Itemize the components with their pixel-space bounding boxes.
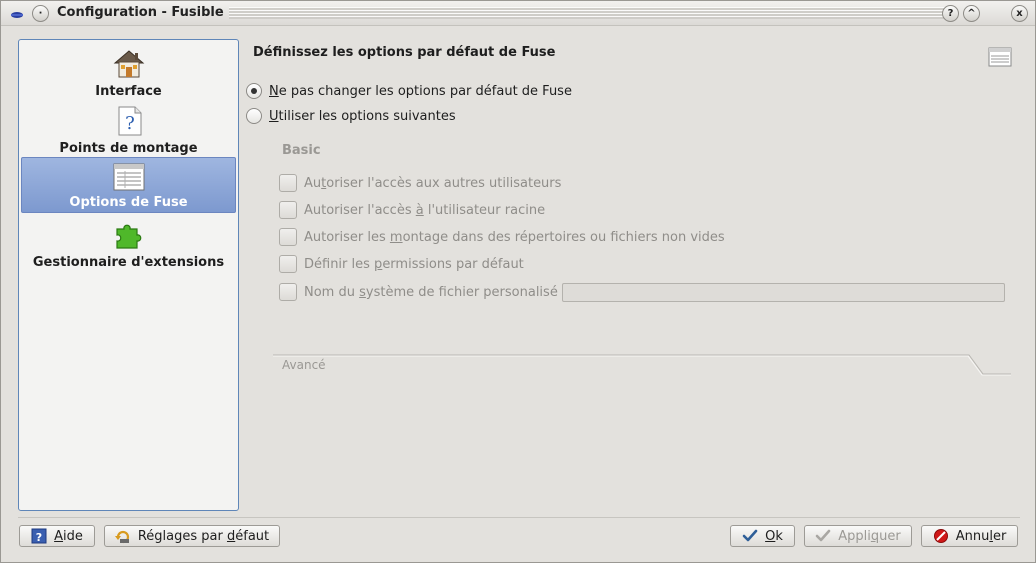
button-label: Appliquer (838, 528, 901, 544)
sidebar-item-label: Interface (95, 84, 162, 99)
page-title: Définissez les options par défaut de Fus… (253, 45, 556, 60)
cancel-icon (933, 529, 948, 543)
radio-button-checked[interactable] (246, 83, 262, 99)
checkbox-label: Nom du système de fichier personalisé : (304, 284, 567, 300)
window-title: Configuration - Fusible (57, 5, 224, 20)
puzzle-piece-icon (115, 224, 141, 249)
bottom-separator (18, 517, 1020, 518)
window-menu-icon[interactable] (9, 8, 25, 20)
radio-keep-defaults[interactable]: Ne pas changer les options par défaut de… (246, 82, 572, 100)
checkbox-label: Définir les permissions par défaut (304, 256, 524, 272)
title-bar[interactable]: · Configuration - Fusible ? ^ x (1, 1, 1035, 26)
sidebar: Interface ? Points de montage Options de… (18, 39, 239, 511)
shade-button[interactable]: ^ (963, 5, 980, 22)
advanced-section-toggle[interactable]: Avancé (282, 358, 326, 372)
sidebar-item-label: Options de Fuse (69, 195, 188, 210)
option-fs-name[interactable]: Nom du système de fichier personalisé : (279, 283, 566, 301)
checkmark-icon (742, 529, 758, 542)
defaults-button[interactable]: Réglages par défaut (104, 525, 280, 547)
option-nonempty[interactable]: Autoriser les montage dans des répertoir… (279, 228, 725, 246)
sidebar-item-extensions[interactable]: Gestionnaire d'extensions (21, 216, 236, 272)
advanced-section-divider (273, 354, 1011, 376)
svg-text:?: ? (36, 531, 42, 544)
close-button[interactable]: x (1011, 5, 1028, 22)
house-icon (113, 50, 144, 78)
checkbox-label: Autoriser l'accès aux autres utilisateur… (304, 175, 562, 191)
svg-text:?: ? (125, 113, 135, 134)
sidebar-item-mount-points[interactable]: ? Points de montage (21, 102, 236, 158)
checkbox[interactable] (279, 201, 297, 219)
group-basic-title: Basic (282, 143, 321, 158)
help-button[interactable]: ? Aide (19, 525, 95, 547)
sidebar-item-fuse-options[interactable]: Options de Fuse (21, 157, 236, 213)
help-book-icon: ? (31, 528, 47, 544)
question-document-icon: ? (118, 106, 141, 136)
radio-button[interactable] (246, 108, 262, 124)
sidebar-item-interface[interactable]: Interface (21, 45, 236, 101)
checkmark-icon (815, 529, 831, 542)
option-default-permissions[interactable]: Définir les permissions par défaut (279, 255, 524, 273)
radio-label: Utiliser les options suivantes (269, 108, 456, 124)
button-label: Ok (765, 528, 783, 544)
checkbox-label: Autoriser les montage dans des répertoir… (304, 229, 725, 245)
ok-button[interactable]: Ok (730, 525, 795, 547)
sidebar-item-label: Points de montage (59, 141, 198, 156)
option-allow-root[interactable]: Autoriser l'accès à l'utilisateur racine (279, 201, 545, 219)
on-all-desktops-button[interactable]: · (32, 5, 49, 22)
radio-label: Ne pas changer les options par défaut de… (269, 83, 572, 99)
button-label: Réglages par défaut (137, 528, 270, 544)
radio-use-custom[interactable]: Utiliser les options suivantes (246, 107, 456, 125)
button-label: Aide (54, 528, 83, 544)
apply-button[interactable]: Appliquer (804, 525, 912, 547)
checkbox-label: Autoriser l'accès à l'utilisateur racine (304, 202, 546, 218)
checkbox[interactable] (279, 228, 297, 246)
cancel-button[interactable]: Annuler (921, 525, 1018, 547)
list-options-icon (113, 163, 144, 191)
help-title-button[interactable]: ? (942, 5, 959, 22)
fs-name-input[interactable] (562, 283, 1005, 302)
option-allow-other[interactable]: Autoriser l'accès aux autres utilisateur… (279, 174, 561, 192)
config-window: · Configuration - Fusible ? ^ x Interfac… (0, 0, 1036, 563)
checkbox[interactable] (279, 255, 297, 273)
checkbox[interactable] (279, 283, 297, 301)
button-label: Annuler (955, 528, 1007, 544)
list-options-icon (988, 47, 1012, 67)
reset-icon (114, 530, 129, 544)
sidebar-item-label: Gestionnaire d'extensions (32, 255, 225, 270)
checkbox[interactable] (279, 174, 297, 192)
title-stripes (229, 7, 955, 19)
